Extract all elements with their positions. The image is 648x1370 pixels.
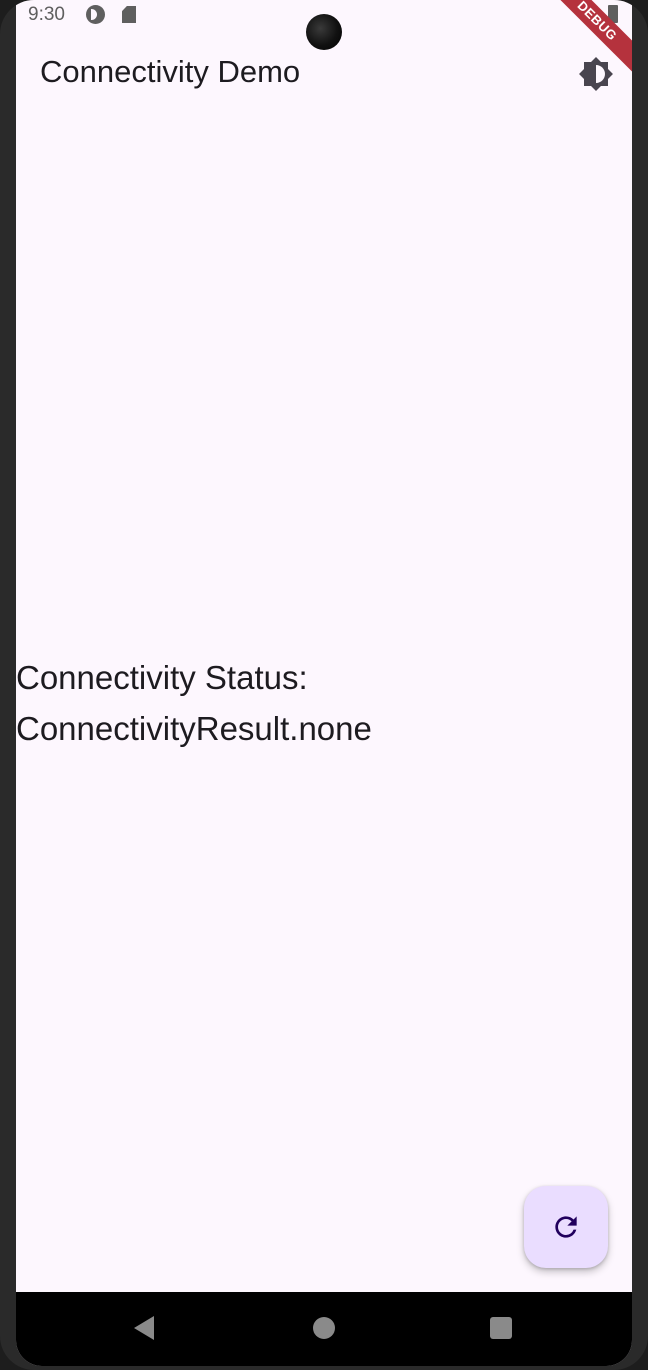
app-screen: 9:30 DEBUG Connectivity Demo Connectivit… — [16, 0, 632, 1366]
brightness-icon — [579, 57, 613, 91]
back-icon[interactable] — [134, 1316, 154, 1340]
device-frame: 9:30 DEBUG Connectivity Demo Connectivit… — [0, 0, 648, 1370]
theme-toggle-button[interactable] — [574, 52, 618, 96]
navigation-bar — [16, 1292, 632, 1366]
status-value: ConnectivityResult.none — [16, 710, 372, 747]
home-icon[interactable] — [313, 1317, 335, 1339]
app-title: Connectivity Demo — [40, 54, 301, 89]
status-time: 9:30 — [28, 4, 65, 25]
sd-card-icon — [122, 6, 136, 23]
app-bar: Connectivity Demo — [16, 40, 632, 108]
connectivity-status: Connectivity Status: ConnectivityResult.… — [16, 652, 632, 754]
refresh-fab[interactable] — [524, 1186, 608, 1268]
status-label: Connectivity Status: — [16, 659, 308, 696]
data-saver-icon — [86, 5, 105, 24]
recents-icon[interactable] — [490, 1317, 512, 1339]
refresh-icon — [555, 1216, 577, 1238]
